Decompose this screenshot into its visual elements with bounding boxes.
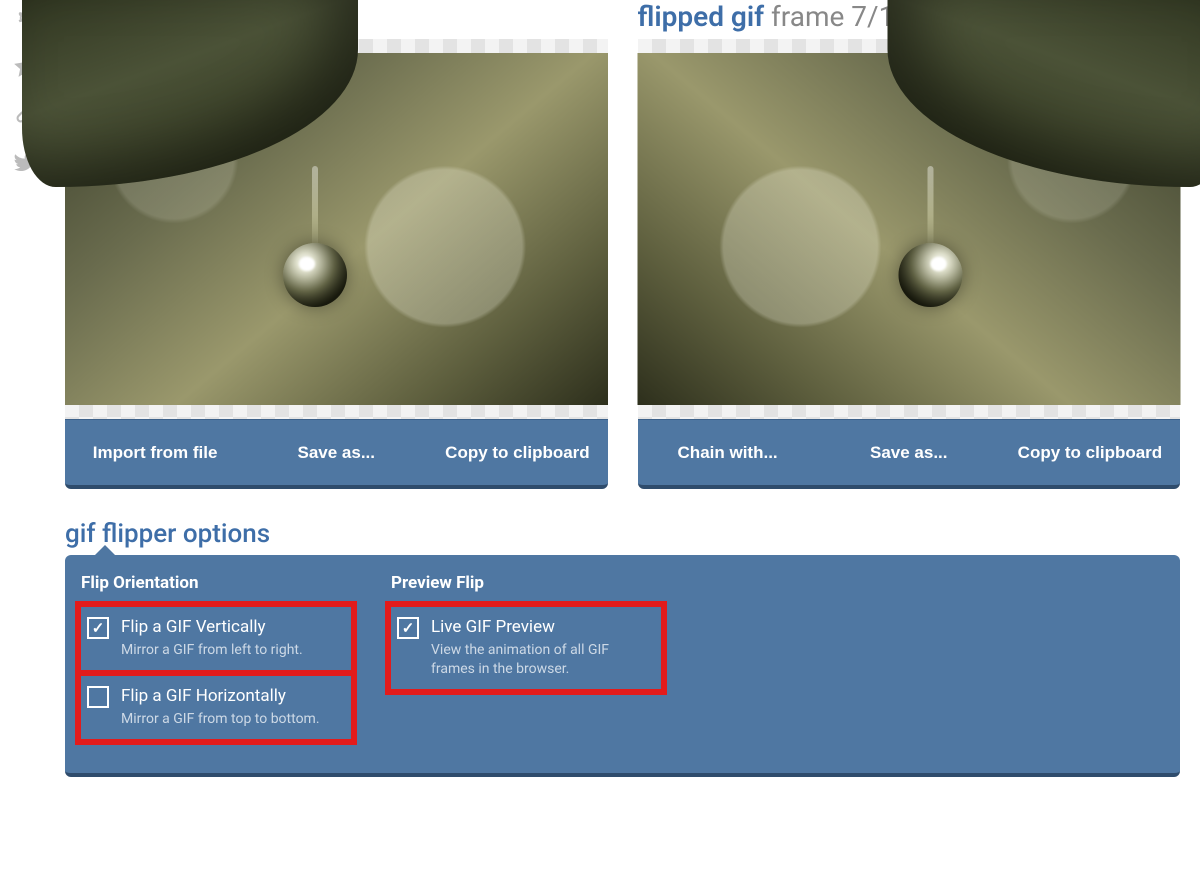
options-column-heading: Flip Orientation bbox=[81, 573, 351, 593]
option-item[interactable]: Flip a GIF Vertically Mirror a GIF from l… bbox=[81, 607, 351, 670]
option-description: Mirror a GIF from left to right. bbox=[121, 641, 341, 660]
result-copy-to-clipboard-button[interactable]: Copy to clipboard bbox=[999, 420, 1180, 485]
checkbox[interactable] bbox=[87, 617, 109, 639]
save-as-button[interactable]: Save as... bbox=[245, 420, 426, 485]
option-label: Flip a GIF Vertically bbox=[121, 617, 341, 637]
option-label: Live GIF Preview bbox=[431, 617, 651, 637]
checkbox[interactable] bbox=[397, 617, 419, 639]
option-description: View the animation of all GIF frames in … bbox=[431, 641, 651, 679]
result-toolbar: Chain with... Save as... Copy to clipboa… bbox=[638, 419, 1181, 489]
options-title: gif flipper options bbox=[65, 519, 1180, 549]
result-save-as-button[interactable]: Save as... bbox=[818, 420, 999, 485]
source-preview[interactable] bbox=[65, 39, 608, 419]
copy-to-clipboard-button[interactable]: Copy to clipboard bbox=[426, 420, 607, 485]
result-preview[interactable] bbox=[638, 39, 1181, 419]
options-column: Preview Flip Live GIF Preview View the ani… bbox=[391, 573, 661, 745]
option-item[interactable]: Flip a GIF Horizontally Mirror a GIF from… bbox=[81, 676, 351, 739]
options-column: Flip Orientation Flip a GIF Vertically Mir… bbox=[81, 573, 351, 745]
checkbox[interactable] bbox=[87, 686, 109, 708]
result-title-accent: flipped gif bbox=[638, 0, 765, 33]
options-column-heading: Preview Flip bbox=[391, 573, 661, 593]
result-panel: flipped gif frame 7/12 Chain with... Sav… bbox=[638, 0, 1181, 489]
source-panel: gif frame 7/12 Import from file Save as.… bbox=[65, 0, 608, 489]
option-label: Flip a GIF Horizontally bbox=[121, 686, 341, 706]
option-description: Mirror a GIF from top to bottom. bbox=[121, 710, 341, 729]
option-item[interactable]: Live GIF Preview View the animation of al… bbox=[391, 607, 661, 689]
chain-with-button[interactable]: Chain with... bbox=[638, 420, 818, 485]
import-from-file-button[interactable]: Import from file bbox=[65, 420, 245, 485]
options-panel: Flip Orientation Flip a GIF Vertically Mir… bbox=[65, 555, 1180, 777]
source-toolbar: Import from file Save as... Copy to clip… bbox=[65, 419, 608, 489]
